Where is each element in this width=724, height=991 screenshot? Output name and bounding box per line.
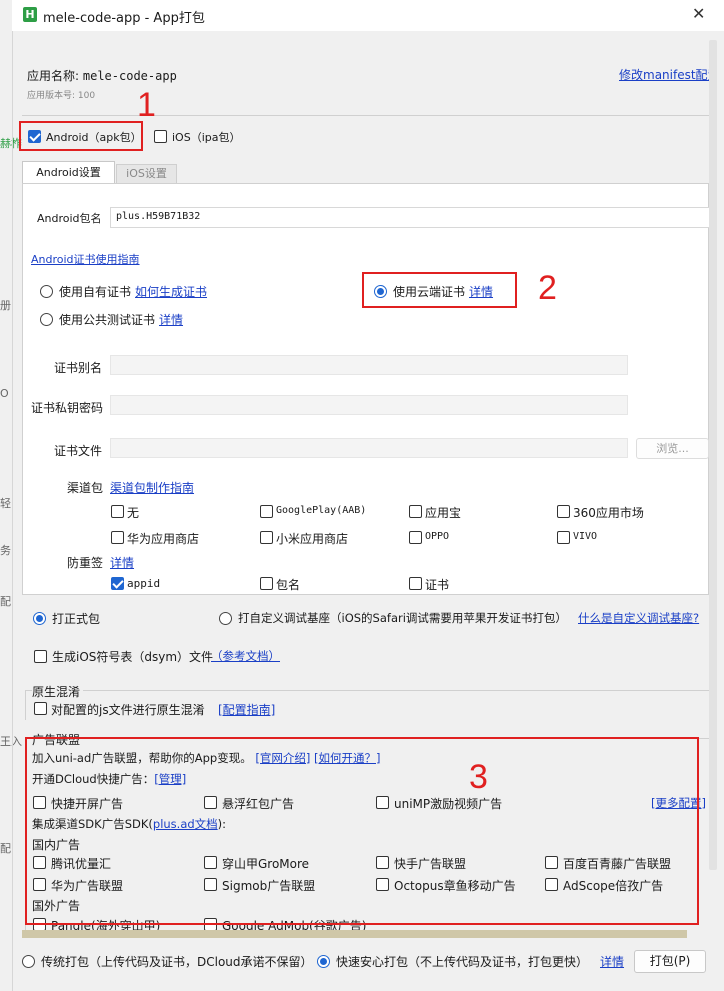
cert-file-input[interactable] — [110, 438, 628, 458]
cert-guide-link[interactable]: Android证书使用指南 — [31, 251, 140, 267]
tab-ios-settings[interactable]: iOS设置 — [116, 164, 177, 183]
annotation-box-cloud-cert — [362, 272, 517, 308]
anti-resign-appid-label: appid — [127, 577, 161, 590]
channel-vivo-checkbox[interactable] — [557, 531, 570, 544]
anti-resign-package-label: 包名 — [276, 578, 301, 592]
ios-platform-checkbox[interactable] — [154, 130, 167, 143]
ios-platform-label: iOS（ipa包） — [172, 131, 241, 144]
close-icon[interactable]: ✕ — [692, 4, 705, 23]
dsym-reference-link[interactable]: （参考文档） — [211, 648, 280, 664]
safe-build-radio[interactable] — [317, 955, 330, 968]
android-settings-panel — [22, 183, 709, 595]
dsym-label: 生成iOS符号表（dsym）文件 — [52, 650, 214, 664]
annotation-number: 3 — [469, 758, 488, 796]
channel-huawei-label: 华为应用商店 — [127, 532, 200, 546]
custom-base-label: 打自定义调试基座（iOS的Safari调试需要用苹果开发证书打包） — [238, 611, 567, 625]
footer-separator-bar — [22, 930, 687, 938]
app-name-label: 应用名称: — [27, 69, 80, 83]
custom-base-help-link[interactable]: 什么是自定义调试基座? — [578, 610, 709, 626]
app-name-row: 应用名称: mele-code-app — [27, 67, 177, 84]
safe-build-detail-link[interactable]: 详情 — [600, 953, 624, 970]
header-divider — [22, 115, 709, 116]
anti-resign-appid-checkbox[interactable] — [111, 577, 124, 590]
dsym-checkbox[interactable] — [34, 650, 47, 663]
release-build-label: 打正式包 — [52, 612, 101, 626]
window-title: mele-code-app - App打包 — [43, 11, 205, 26]
channel-none-checkbox[interactable] — [111, 505, 124, 518]
channel-xiaomi-checkbox[interactable] — [260, 531, 273, 544]
public-test-cert-radio[interactable] — [40, 313, 53, 326]
background-fragment: 务 — [0, 544, 11, 557]
how-to-generate-cert-link[interactable]: 如何生成证书 — [135, 283, 207, 300]
app-name-value: mele-code-app — [82, 69, 177, 83]
anti-resign-cert-label: 证书 — [425, 578, 450, 592]
channel-yingyongbao-label: 应用宝 — [425, 506, 462, 520]
annotation-box-android — [19, 121, 143, 151]
background-fragment: 轻 — [0, 497, 11, 510]
package-value: plus.H59B71B32 — [116, 211, 201, 222]
dialog-border-left — [12, 31, 13, 991]
anti-resign-detail-link[interactable]: 详情 — [110, 554, 134, 571]
obfuscation-guide-link[interactable]: [配置指南] — [218, 701, 275, 718]
cert-password-input[interactable] — [110, 395, 628, 415]
version-value: 100 — [77, 91, 96, 101]
version-row: 应用版本号: 100 — [27, 88, 95, 101]
channel-huawei-checkbox[interactable] — [111, 531, 124, 544]
browse-button[interactable]: 浏览... — [636, 438, 709, 459]
channel-oppo-label: OPPO — [425, 531, 450, 542]
tab-android-settings[interactable]: Android设置 — [22, 161, 115, 183]
annotation-number: 1 — [137, 86, 156, 124]
own-cert-radio[interactable] — [40, 285, 53, 298]
cert-password-label: 证书私钥密码 — [31, 401, 104, 415]
obfuscation-title: 原生混淆 — [32, 683, 84, 700]
annotation-number: 2 — [538, 269, 557, 307]
channel-vivo-label: VIVO — [573, 531, 598, 542]
channel-none-label: 无 — [127, 506, 140, 520]
background-fragment: 册 — [0, 299, 11, 312]
background-fragment: 王入 — [0, 735, 22, 748]
anti-resign-label: 防重签 — [67, 556, 104, 570]
channel-360-label: 360应用市场 — [573, 506, 644, 520]
channel-label: 渠道包 — [67, 481, 104, 495]
edit-manifest-link[interactable]: 修改manifest配置 — [619, 66, 709, 83]
background-fragment: 配 — [0, 595, 11, 608]
build-button[interactable]: 打包(P) — [634, 950, 706, 973]
channel-googleplay-checkbox[interactable] — [260, 505, 273, 518]
package-label: Android包名 — [37, 212, 102, 225]
annotation-box-ads — [25, 737, 699, 925]
background-fragment: O — [0, 387, 9, 400]
package-input[interactable]: plus.H59B71B32 — [110, 207, 709, 228]
anti-resign-cert-checkbox[interactable] — [409, 577, 422, 590]
app-logo-icon: H — [23, 7, 37, 22]
title-bar: H mele-code-app - App打包 ✕ — [12, 0, 724, 31]
obfuscation-label: 对配置的js文件进行原生混淆 — [51, 703, 205, 717]
obfuscation-checkbox[interactable] — [34, 702, 47, 715]
own-cert-label: 使用自有证书 — [59, 285, 132, 299]
traditional-build-radio[interactable] — [22, 955, 35, 968]
version-label: 应用版本号: — [27, 91, 76, 101]
safe-build-label: 快速安心打包（不上传代码及证书，打包更快） — [336, 955, 589, 969]
scrollbar[interactable] — [709, 40, 717, 870]
release-build-radio[interactable] — [33, 612, 46, 625]
channel-xiaomi-label: 小米应用商店 — [276, 532, 349, 546]
channel-googleplay-label: GooglePlay(AAB) — [276, 505, 367, 516]
public-test-cert-label: 使用公共测试证书 — [59, 313, 156, 327]
public-cert-detail-link[interactable]: 详情 — [159, 311, 183, 328]
background-fragment: 配 — [0, 842, 11, 855]
anti-resign-package-checkbox[interactable] — [260, 577, 273, 590]
custom-base-radio[interactable] — [219, 612, 232, 625]
channel-yingyongbao-checkbox[interactable] — [409, 505, 422, 518]
channel-360-checkbox[interactable] — [557, 505, 570, 518]
cert-file-label: 证书文件 — [54, 444, 103, 458]
channel-oppo-checkbox[interactable] — [409, 531, 422, 544]
cert-alias-input[interactable] — [110, 355, 628, 375]
cert-alias-label: 证书别名 — [54, 361, 103, 375]
traditional-build-label: 传统打包（上传代码及证书，DCloud承诺不保留） — [41, 955, 313, 969]
channel-guide-link[interactable]: 渠道包制作指南 — [110, 479, 194, 496]
